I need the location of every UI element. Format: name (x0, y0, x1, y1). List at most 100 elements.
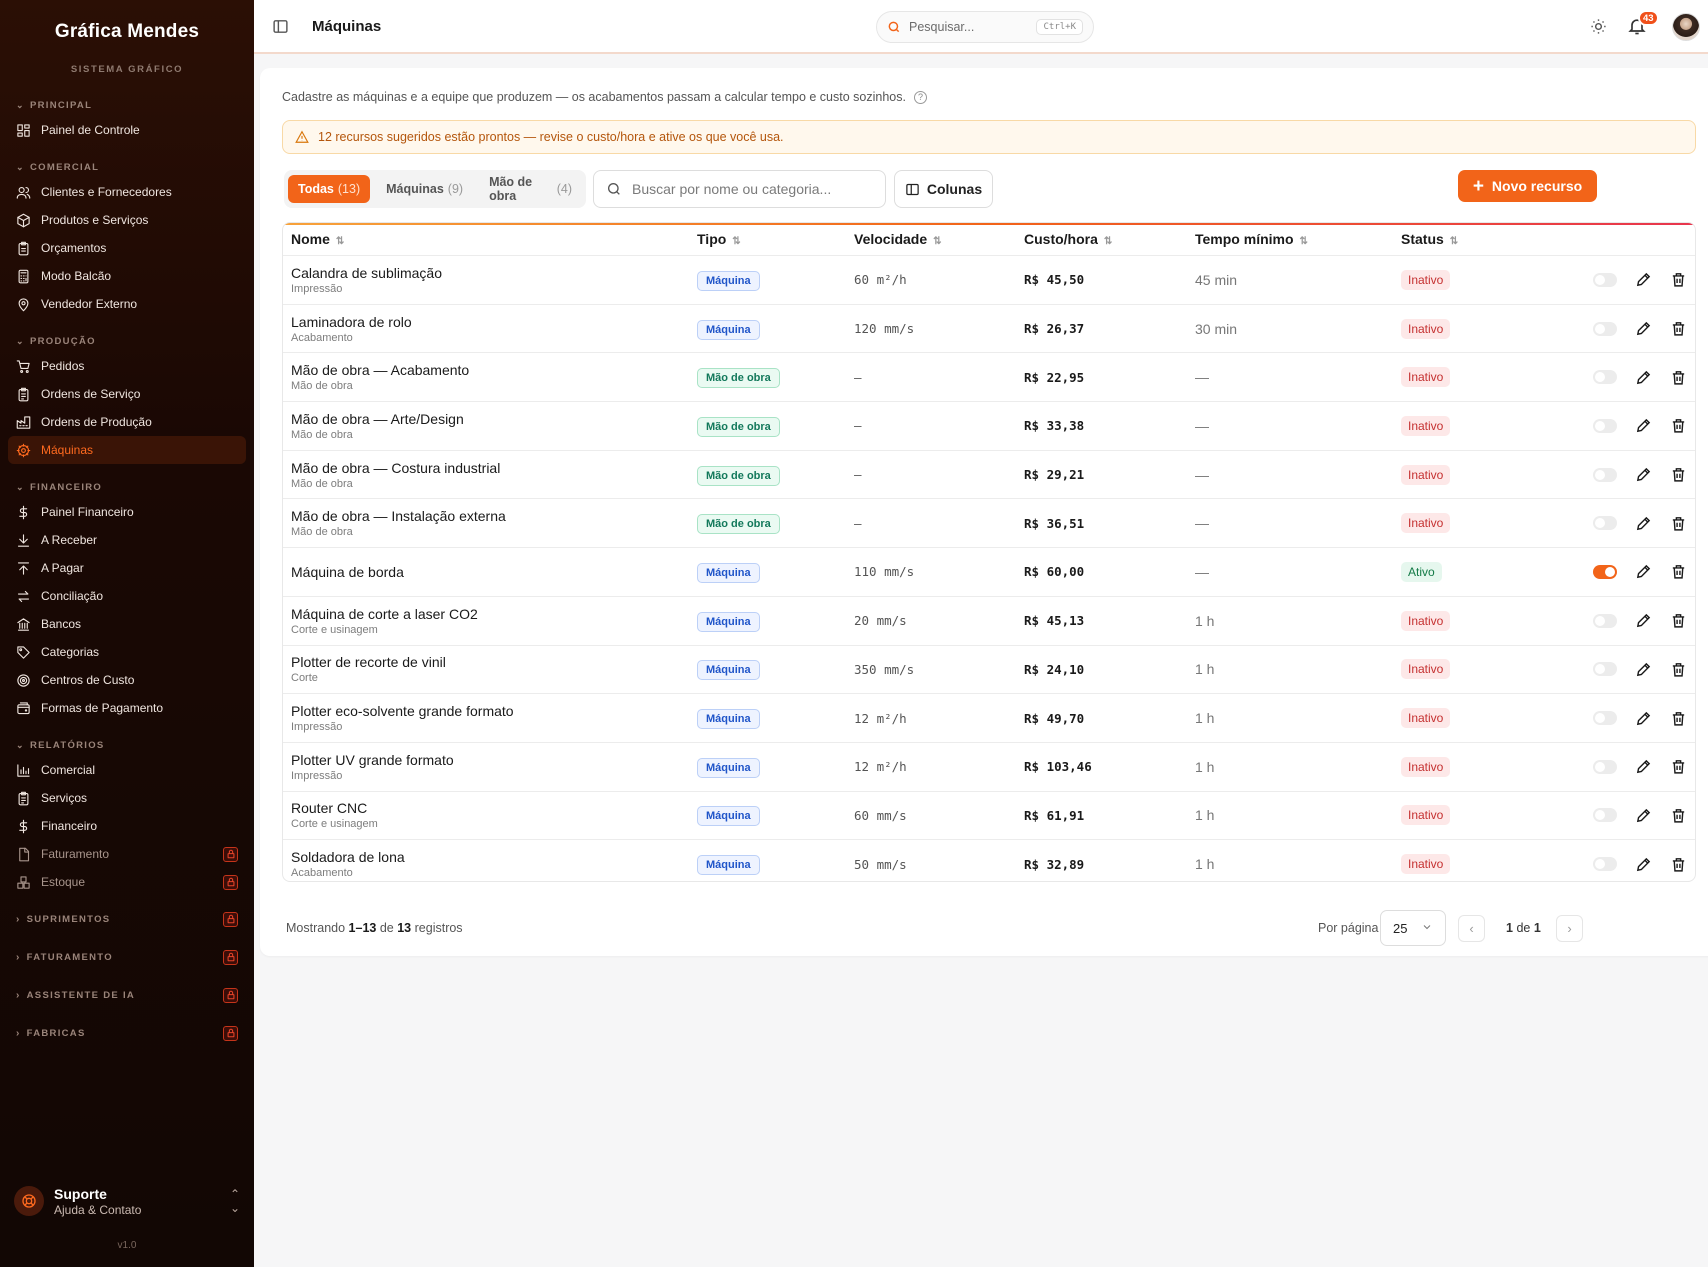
pencil-icon[interactable] (1635, 271, 1652, 288)
trash-icon[interactable] (1670, 466, 1687, 483)
trash-icon[interactable] (1670, 417, 1687, 434)
sidebar-item[interactable]: Máquinas (8, 436, 246, 464)
global-search[interactable]: Pesquisar... Ctrl+K (876, 11, 1094, 43)
table-row[interactable]: Máquina de borda Máquina 110 mm/s R$ 60,00 —… (283, 547, 1695, 596)
per-page-select[interactable]: 25 (1380, 910, 1446, 946)
table-row[interactable]: Router CNC Corte e usinagem Máquina 60 mm/s… (283, 790, 1695, 840)
pencil-icon[interactable] (1635, 320, 1652, 337)
sidebar-item[interactable]: Financeiro (8, 812, 246, 840)
help-icon[interactable]: ? (913, 90, 927, 104)
trash-icon[interactable] (1670, 612, 1687, 629)
pencil-icon[interactable] (1635, 661, 1652, 678)
trash-icon[interactable] (1670, 807, 1687, 824)
filter-tab[interactable]: Mão de obra (4) (479, 175, 582, 203)
sidebar-item[interactable]: Painel de Controle (8, 116, 246, 144)
support-menu[interactable]: Suporte Ajuda & Contato ⌃ ⌄ (14, 1181, 240, 1221)
filter-tab[interactable]: Máquinas (9) (376, 175, 473, 203)
sidebar-toggle-icon[interactable] (272, 18, 289, 35)
table-row[interactable]: Soldadora de lona Acabamento Máquina 50 mm/… (283, 839, 1695, 881)
sidebar-item[interactable]: Painel Financeiro (8, 498, 246, 526)
pencil-icon[interactable] (1635, 758, 1652, 775)
active-toggle[interactable] (1593, 467, 1617, 482)
active-toggle[interactable] (1593, 857, 1617, 872)
table-row[interactable]: Plotter eco-solvente grande formato Impre… (283, 693, 1695, 742)
table-row[interactable]: Mão de obra — Acabamento Mão de obra Mão d… (283, 352, 1695, 401)
new-resource-button[interactable]: + Novo recurso (1458, 170, 1597, 202)
trash-icon[interactable] (1670, 661, 1687, 678)
sidebar-section-header[interactable]: ⌄ RELATÓRIOS (8, 736, 246, 754)
sidebar-item[interactable]: Faturamento (8, 840, 246, 868)
active-toggle[interactable] (1593, 711, 1617, 726)
active-toggle[interactable] (1593, 272, 1617, 287)
trash-icon[interactable] (1670, 710, 1687, 727)
table-row[interactable]: Laminadora de rolo Acabamento Máquina 120 m… (283, 303, 1695, 353)
table-row[interactable]: Plotter UV grande formato Impressão Máquin… (283, 741, 1695, 791)
pencil-icon[interactable] (1635, 466, 1652, 483)
table-row[interactable]: Mão de obra — Arte/Design Mão de obra Mão … (283, 401, 1695, 450)
table-row[interactable]: Calandra de sublimação Impressão Máquina 60… (283, 255, 1695, 304)
avatar[interactable] (1672, 13, 1700, 41)
pencil-icon[interactable] (1635, 369, 1652, 386)
sidebar-item[interactable]: A Pagar (8, 554, 246, 582)
sidebar-item[interactable]: Produtos e Serviços (8, 206, 246, 234)
trash-icon[interactable] (1670, 758, 1687, 775)
sidebar-item[interactable]: Pedidos (8, 352, 246, 380)
sidebar-item[interactable]: Vendedor Externo (8, 290, 246, 318)
filter-tab[interactable]: Todas (13) (288, 175, 371, 203)
sidebar-section-header[interactable]: ⌄ PRODUÇÃO (8, 332, 246, 350)
column-header[interactable]: Status ⇅ (1401, 231, 1458, 247)
table-row[interactable]: Mão de obra — Costura industrial Mão de o… (283, 449, 1695, 499)
sidebar-item[interactable]: Formas de Pagamento (8, 694, 246, 722)
trash-icon[interactable] (1670, 271, 1687, 288)
pencil-icon[interactable] (1635, 515, 1652, 532)
sidebar-item[interactable]: Ordens de Produção (8, 408, 246, 436)
sidebar-item[interactable]: Categorias (8, 638, 246, 666)
active-toggle[interactable] (1593, 662, 1617, 677)
column-header[interactable]: Nome ⇅ (291, 231, 344, 247)
sidebar-item[interactable]: A Receber (8, 526, 246, 554)
column-header[interactable]: Tipo ⇅ (697, 231, 741, 247)
sidebar-item[interactable]: Clientes e Fornecedores (8, 178, 246, 206)
table-row[interactable]: Mão de obra — Instalação externa Mão de o… (283, 498, 1695, 547)
sidebar-section-header[interactable]: ⌄ PRINCIPAL (8, 96, 246, 114)
sidebar-locked-section[interactable]: › ASSISTENTE DE IA (8, 976, 246, 1014)
active-toggle[interactable] (1593, 808, 1617, 823)
active-toggle[interactable] (1593, 564, 1617, 579)
prev-page-button[interactable]: ‹ (1458, 915, 1485, 942)
sidebar-section-header[interactable]: ⌄ COMERCIAL (8, 158, 246, 176)
sidebar-item[interactable]: Orçamentos (8, 234, 246, 262)
active-toggle[interactable] (1593, 370, 1617, 385)
active-toggle[interactable] (1593, 418, 1617, 433)
sidebar-item[interactable]: Serviços (8, 784, 246, 812)
sidebar-item[interactable]: Comercial (8, 756, 246, 784)
pencil-icon[interactable] (1635, 612, 1652, 629)
column-header[interactable]: Custo/hora ⇅ (1024, 231, 1112, 247)
pencil-icon[interactable] (1635, 710, 1652, 727)
trash-icon[interactable] (1670, 320, 1687, 337)
next-page-button[interactable]: › (1556, 915, 1583, 942)
column-header[interactable]: Tempo mínimo ⇅ (1195, 231, 1308, 247)
active-toggle[interactable] (1593, 759, 1617, 774)
column-header[interactable]: Velocidade ⇅ (854, 231, 942, 247)
sidebar-locked-section[interactable]: › FATURAMENTO (8, 938, 246, 976)
columns-button[interactable]: Colunas (894, 170, 993, 208)
sidebar-item[interactable]: Bancos (8, 610, 246, 638)
active-toggle[interactable] (1593, 321, 1617, 336)
table-row[interactable]: Plotter de recorte de vinil Corte Máquina 3… (283, 644, 1695, 694)
sidebar-item[interactable]: Centros de Custo (8, 666, 246, 694)
sidebar-item[interactable]: Estoque (8, 868, 246, 896)
trash-icon[interactable] (1670, 856, 1687, 873)
table-search-input[interactable]: Buscar por nome ou categoria... (593, 170, 886, 208)
trash-icon[interactable] (1670, 369, 1687, 386)
active-toggle[interactable] (1593, 613, 1617, 628)
sidebar-locked-section[interactable]: › SUPRIMENTOS (8, 900, 246, 938)
sidebar-item[interactable]: Ordens de Serviço (8, 380, 246, 408)
sidebar-locked-section[interactable]: › FABRICAS (8, 1014, 246, 1052)
sidebar-section-header[interactable]: ⌄ FINANCEIRO (8, 478, 246, 496)
theme-toggle-icon[interactable] (1590, 18, 1607, 35)
active-toggle[interactable] (1593, 516, 1617, 531)
table-row[interactable]: Máquina de corte a laser CO2 Corte e usin… (283, 595, 1695, 645)
pencil-icon[interactable] (1635, 417, 1652, 434)
sidebar-item[interactable]: Conciliação (8, 582, 246, 610)
pencil-icon[interactable] (1635, 856, 1652, 873)
